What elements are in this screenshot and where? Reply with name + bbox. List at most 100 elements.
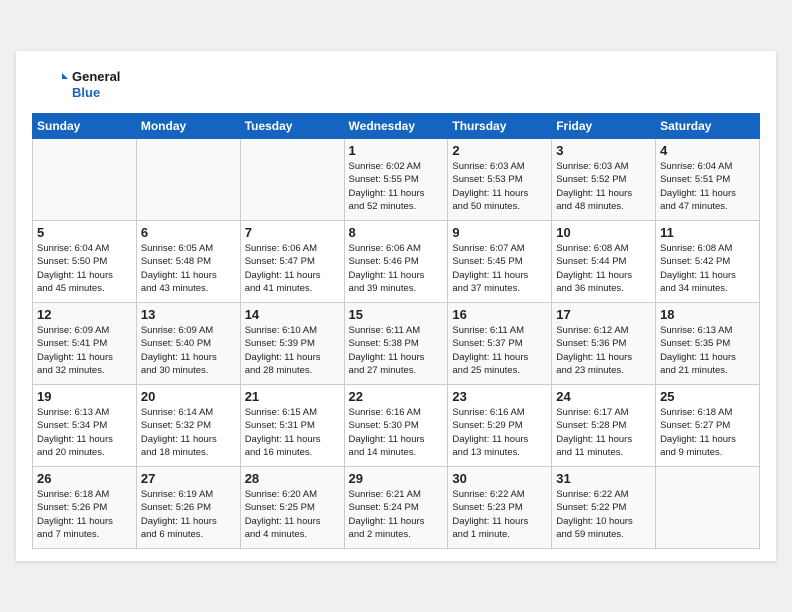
week-row-4: 19Sunrise: 6:13 AM Sunset: 5:34 PM Dayli… (33, 385, 760, 467)
day-number: 17 (556, 307, 651, 322)
day-number: 24 (556, 389, 651, 404)
day-info: Sunrise: 6:15 AM Sunset: 5:31 PM Dayligh… (245, 406, 340, 459)
day-info: Sunrise: 6:11 AM Sunset: 5:37 PM Dayligh… (452, 324, 547, 377)
day-info: Sunrise: 6:04 AM Sunset: 5:51 PM Dayligh… (660, 160, 755, 213)
day-number: 12 (37, 307, 132, 322)
weekday-header-saturday: Saturday (656, 114, 760, 139)
logo: General Blue (32, 67, 120, 103)
weekday-header-monday: Monday (136, 114, 240, 139)
calendar-cell: 4 Sunrise: 6:04 AM Sunset: 5:51 PM Daylig… (656, 139, 760, 221)
calendar-cell (136, 139, 240, 221)
logo-graphic (32, 67, 68, 103)
calendar-cell: 2 Sunrise: 6:03 AM Sunset: 5:53 PM Daylig… (448, 139, 552, 221)
weekday-header-tuesday: Tuesday (240, 114, 344, 139)
day-info: Sunrise: 6:13 AM Sunset: 5:34 PM Dayligh… (37, 406, 132, 459)
calendar-cell: 5 Sunrise: 6:04 AM Sunset: 5:50 PM Daylig… (33, 221, 137, 303)
calendar-header: General Blue (32, 67, 760, 103)
day-info: Sunrise: 6:09 AM Sunset: 5:40 PM Dayligh… (141, 324, 236, 377)
day-info: Sunrise: 6:11 AM Sunset: 5:38 PM Dayligh… (349, 324, 444, 377)
day-info: Sunrise: 6:08 AM Sunset: 5:44 PM Dayligh… (556, 242, 651, 295)
day-number: 2 (452, 143, 547, 158)
day-info: Sunrise: 6:21 AM Sunset: 5:24 PM Dayligh… (349, 488, 444, 541)
weekday-header-friday: Friday (552, 114, 656, 139)
day-number: 10 (556, 225, 651, 240)
day-info: Sunrise: 6:22 AM Sunset: 5:22 PM Dayligh… (556, 488, 651, 541)
weekday-header-row: SundayMondayTuesdayWednesdayThursdayFrid… (33, 114, 760, 139)
day-number: 23 (452, 389, 547, 404)
day-info: Sunrise: 6:03 AM Sunset: 5:53 PM Dayligh… (452, 160, 547, 213)
day-info: Sunrise: 6:02 AM Sunset: 5:55 PM Dayligh… (349, 160, 444, 213)
day-info: Sunrise: 6:18 AM Sunset: 5:26 PM Dayligh… (37, 488, 132, 541)
day-info: Sunrise: 6:10 AM Sunset: 5:39 PM Dayligh… (245, 324, 340, 377)
calendar-cell: 6Sunrise: 6:05 AM Sunset: 5:48 PM Daylig… (136, 221, 240, 303)
calendar-cell: 19Sunrise: 6:13 AM Sunset: 5:34 PM Dayli… (33, 385, 137, 467)
calendar-cell: 20Sunrise: 6:14 AM Sunset: 5:32 PM Dayli… (136, 385, 240, 467)
day-info: Sunrise: 6:16 AM Sunset: 5:30 PM Dayligh… (349, 406, 444, 459)
day-number: 20 (141, 389, 236, 404)
calendar-cell: 23 Sunrise: 6:16 AM Sunset: 5:29 PM Dayli… (448, 385, 552, 467)
day-info: Sunrise: 6:06 AM Sunset: 5:46 PM Dayligh… (349, 242, 444, 295)
day-number: 27 (141, 471, 236, 486)
day-number: 5 (37, 225, 132, 240)
day-info: Sunrise: 6:07 AM Sunset: 5:45 PM Dayligh… (452, 242, 547, 295)
day-number: 26 (37, 471, 132, 486)
day-info: Sunrise: 6:06 AM Sunset: 5:47 PM Dayligh… (245, 242, 340, 295)
calendar-cell: 13 Sunrise: 6:09 AM Sunset: 5:40 PM Dayli… (136, 303, 240, 385)
day-number: 11 (660, 225, 755, 240)
calendar-cell: 1Sunrise: 6:02 AM Sunset: 5:55 PM Daylig… (344, 139, 448, 221)
day-info: Sunrise: 6:05 AM Sunset: 5:48 PM Dayligh… (141, 242, 236, 295)
day-number: 21 (245, 389, 340, 404)
day-info: Sunrise: 6:18 AM Sunset: 5:27 PM Dayligh… (660, 406, 755, 459)
day-info: Sunrise: 6:04 AM Sunset: 5:50 PM Dayligh… (37, 242, 132, 295)
calendar-cell: 10 Sunrise: 6:08 AM Sunset: 5:44 PM Dayli… (552, 221, 656, 303)
day-info: Sunrise: 6:22 AM Sunset: 5:23 PM Dayligh… (452, 488, 547, 541)
day-info: Sunrise: 6:20 AM Sunset: 5:25 PM Dayligh… (245, 488, 340, 541)
day-number: 29 (349, 471, 444, 486)
weekday-header-sunday: Sunday (33, 114, 137, 139)
calendar-cell: 9 Sunrise: 6:07 AM Sunset: 5:45 PM Daylig… (448, 221, 552, 303)
logo-general: General (72, 69, 120, 85)
day-number: 9 (452, 225, 547, 240)
day-number: 15 (349, 307, 444, 322)
day-number: 13 (141, 307, 236, 322)
calendar-cell: 14 Sunrise: 6:10 AM Sunset: 5:39 PM Dayli… (240, 303, 344, 385)
calendar-cell (240, 139, 344, 221)
day-number: 7 (245, 225, 340, 240)
day-info: Sunrise: 6:12 AM Sunset: 5:36 PM Dayligh… (556, 324, 651, 377)
day-number: 31 (556, 471, 651, 486)
calendar-cell: 24 Sunrise: 6:17 AM Sunset: 5:28 PM Dayli… (552, 385, 656, 467)
calendar-cell: 27 Sunrise: 6:19 AM Sunset: 5:26 PM Dayli… (136, 467, 240, 549)
day-number: 4 (660, 143, 755, 158)
calendar-cell: 12Sunrise: 6:09 AM Sunset: 5:41 PM Dayli… (33, 303, 137, 385)
calendar-cell: 30 Sunrise: 6:22 AM Sunset: 5:23 PM Dayli… (448, 467, 552, 549)
day-info: Sunrise: 6:16 AM Sunset: 5:29 PM Dayligh… (452, 406, 547, 459)
weekday-header-thursday: Thursday (448, 114, 552, 139)
calendar-cell: 26 Sunrise: 6:18 AM Sunset: 5:26 PM Dayli… (33, 467, 137, 549)
day-number: 30 (452, 471, 547, 486)
calendar-cell: 28 Sunrise: 6:20 AM Sunset: 5:25 PM Dayli… (240, 467, 344, 549)
calendar-cell: 11 Sunrise: 6:08 AM Sunset: 5:42 PM Dayli… (656, 221, 760, 303)
calendar-cell: 29 Sunrise: 6:21 AM Sunset: 5:24 PM Dayli… (344, 467, 448, 549)
day-number: 14 (245, 307, 340, 322)
calendar-cell: 8Sunrise: 6:06 AM Sunset: 5:46 PM Daylig… (344, 221, 448, 303)
calendar-cell: 25 Sunrise: 6:18 AM Sunset: 5:27 PM Dayli… (656, 385, 760, 467)
day-info: Sunrise: 6:17 AM Sunset: 5:28 PM Dayligh… (556, 406, 651, 459)
calendar-cell: 3Sunrise: 6:03 AM Sunset: 5:52 PM Daylig… (552, 139, 656, 221)
day-info: Sunrise: 6:19 AM Sunset: 5:26 PM Dayligh… (141, 488, 236, 541)
week-row-3: 12Sunrise: 6:09 AM Sunset: 5:41 PM Dayli… (33, 303, 760, 385)
calendar-container: General Blue SundayMondayTuesdayWednesda… (16, 51, 776, 561)
calendar-cell: 17 Sunrise: 6:12 AM Sunset: 5:36 PM Dayli… (552, 303, 656, 385)
week-row-5: 26 Sunrise: 6:18 AM Sunset: 5:26 PM Dayli… (33, 467, 760, 549)
week-row-2: 5 Sunrise: 6:04 AM Sunset: 5:50 PM Daylig… (33, 221, 760, 303)
calendar-cell: 15 Sunrise: 6:11 AM Sunset: 5:38 PM Dayli… (344, 303, 448, 385)
day-number: 16 (452, 307, 547, 322)
calendar-cell (33, 139, 137, 221)
day-info: Sunrise: 6:08 AM Sunset: 5:42 PM Dayligh… (660, 242, 755, 295)
calendar-table: SundayMondayTuesdayWednesdayThursdayFrid… (32, 113, 760, 549)
calendar-cell: 21 Sunrise: 6:15 AM Sunset: 5:31 PM Dayli… (240, 385, 344, 467)
day-number: 28 (245, 471, 340, 486)
calendar-cell: 31 Sunrise: 6:22 AM Sunset: 5:22 PM Dayli… (552, 467, 656, 549)
week-row-1: 1Sunrise: 6:02 AM Sunset: 5:55 PM Daylig… (33, 139, 760, 221)
logo-blue: Blue (72, 85, 120, 101)
day-number: 25 (660, 389, 755, 404)
